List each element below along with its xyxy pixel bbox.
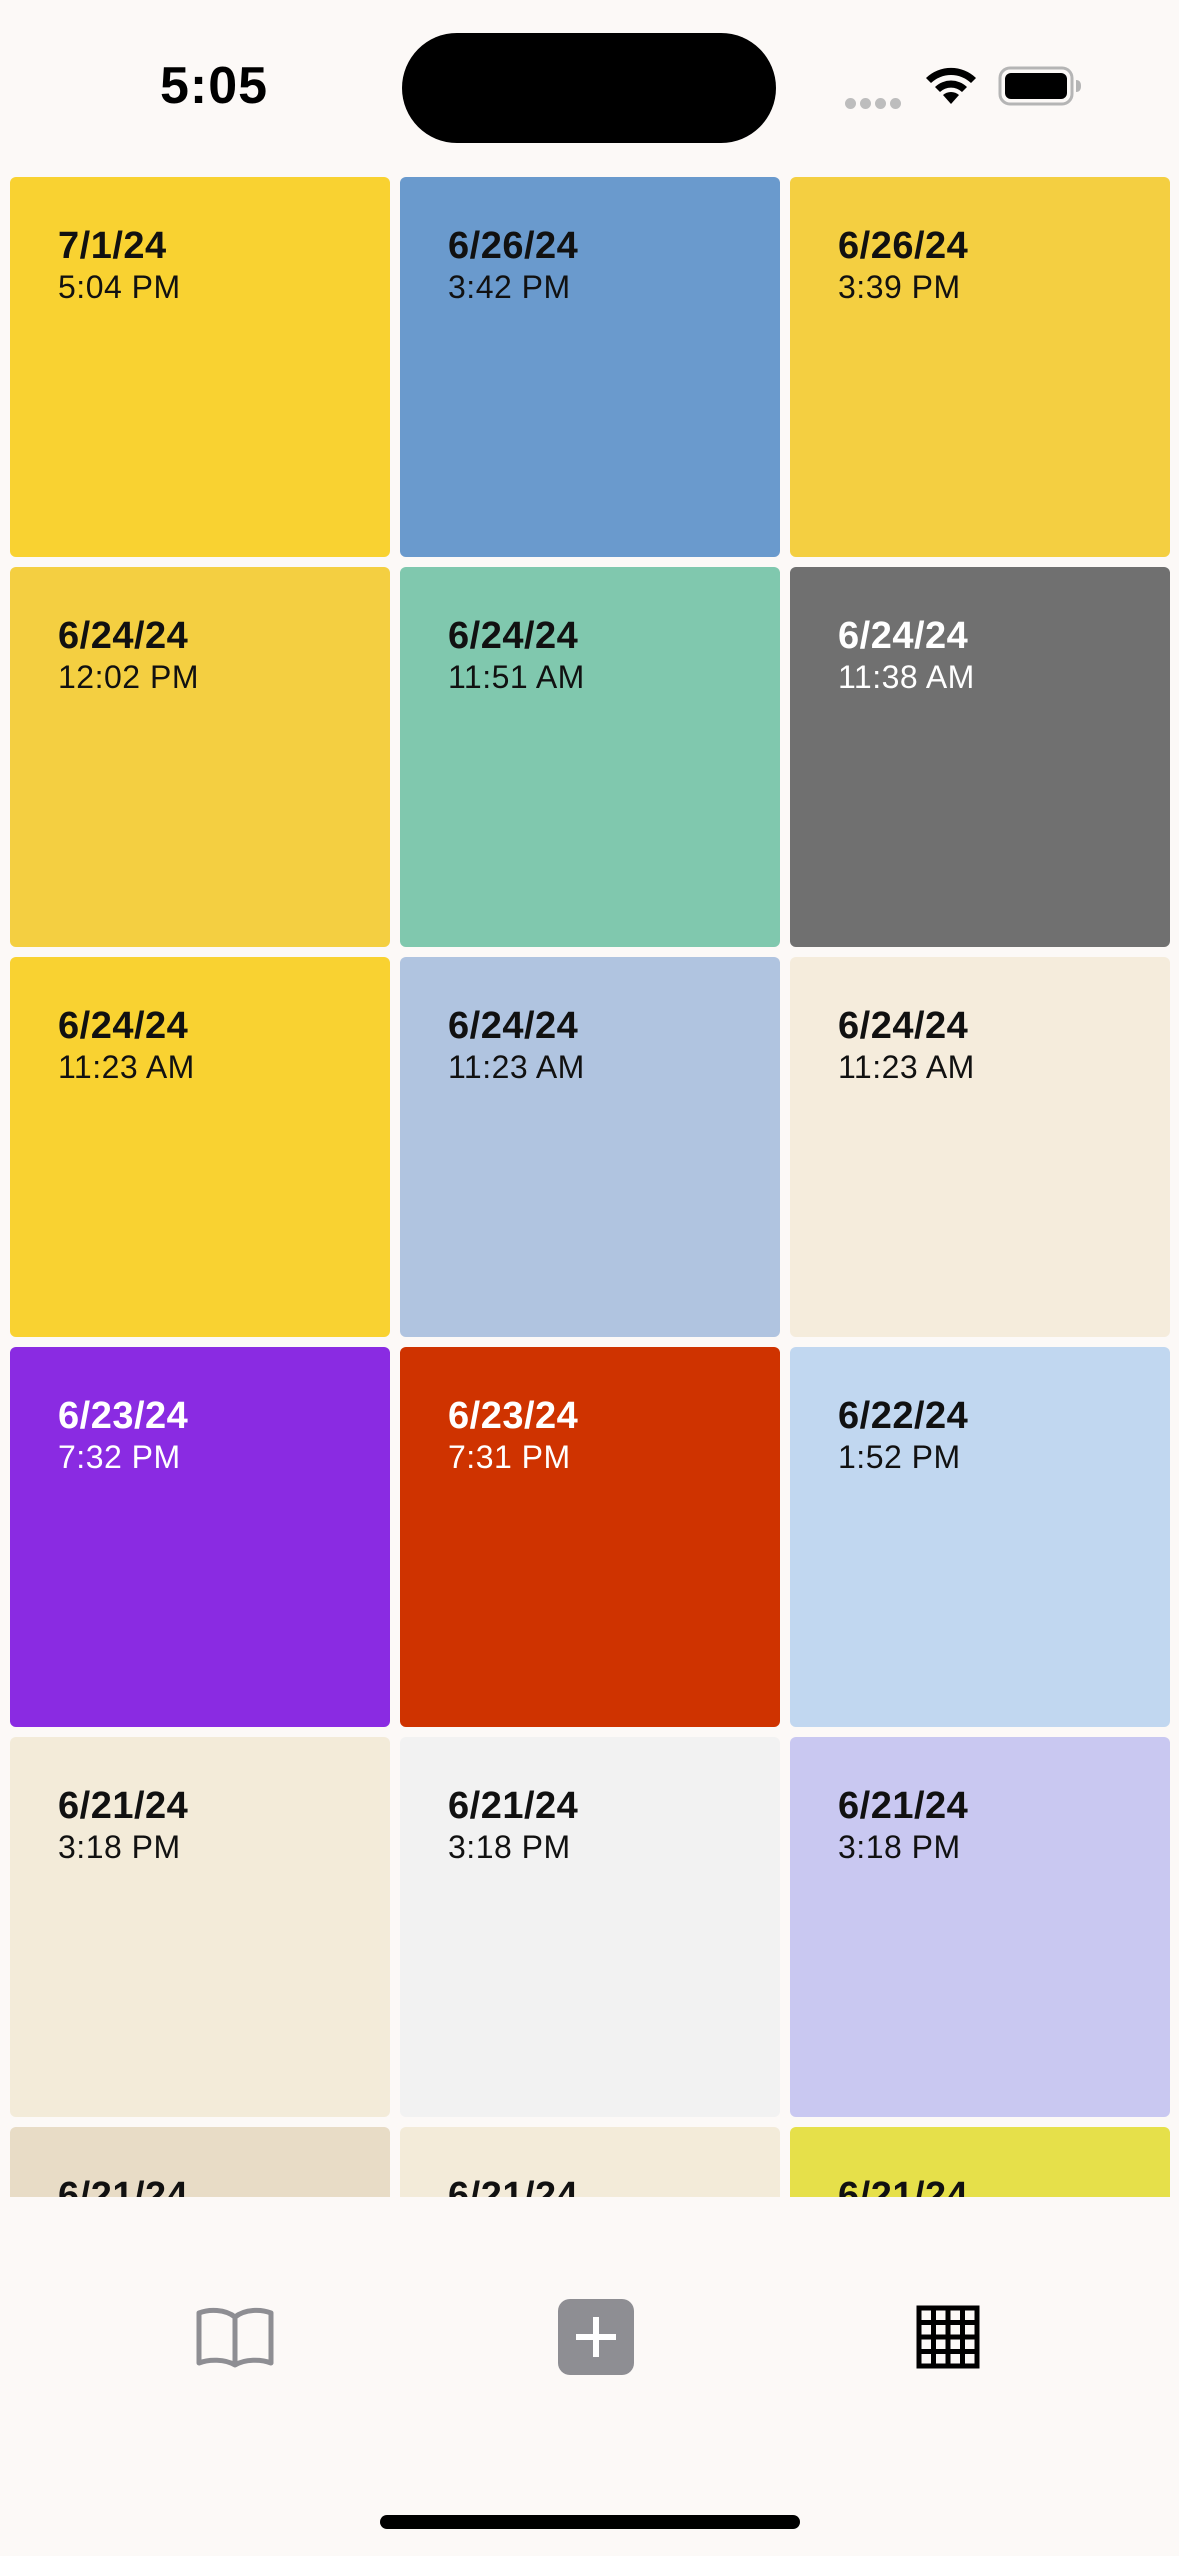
entry-date: 6/21/24 xyxy=(838,1785,969,1827)
tab-journal[interactable] xyxy=(175,2277,295,2397)
entry-tile[interactable]: 6/21/24 3:18 PM xyxy=(400,1737,780,2117)
tab-grid[interactable] xyxy=(888,2277,1008,2397)
plus-icon xyxy=(558,2299,634,2375)
entry-date: 6/24/24 xyxy=(838,615,969,657)
entry-date: 6/21/24 xyxy=(58,1785,189,1827)
entry-tile[interactable]: 6/24/24 11:23 AM xyxy=(400,957,780,1337)
dynamic-island xyxy=(402,33,776,143)
grid-icon xyxy=(916,2305,980,2369)
entry-date: 6/22/24 xyxy=(838,1395,969,1437)
entry-tile[interactable]: 7/1/24 5:04 PM xyxy=(10,177,390,557)
entry-date: 6/21/24 xyxy=(838,2175,969,2197)
entry-date: 6/21/24 xyxy=(58,2175,189,2197)
entry-time: 11:51 AM xyxy=(448,659,585,695)
status-bar: 5:05 xyxy=(0,0,1179,170)
entry-tile[interactable]: 6/24/24 11:23 AM xyxy=(10,957,390,1337)
entry-time: 12:02 PM xyxy=(58,659,199,695)
entry-time: 3:42 PM xyxy=(448,269,571,305)
entry-tile[interactable]: 6/21/24 xyxy=(400,2127,780,2197)
entry-tile[interactable]: 6/26/24 3:42 PM xyxy=(400,177,780,557)
entry-date: 6/23/24 xyxy=(58,1395,189,1437)
entries-grid: 7/1/24 5:04 PM 6/26/24 3:42 PM 6/26/24 3:39 P… xyxy=(0,177,1179,2197)
home-indicator xyxy=(380,2515,800,2529)
wifi-icon xyxy=(926,67,976,104)
entry-time: 3:39 PM xyxy=(838,269,961,305)
entry-time: 7:31 PM xyxy=(448,1439,571,1475)
entry-tile[interactable]: 6/21/24 xyxy=(790,2127,1170,2197)
entry-time: 3:18 PM xyxy=(58,1829,181,1865)
tab-bar xyxy=(0,2197,1179,2556)
battery-icon xyxy=(998,66,1081,106)
entry-tile[interactable]: 6/24/24 12:02 PM xyxy=(10,567,390,947)
entry-tile[interactable]: 6/21/24 3:18 PM xyxy=(10,1737,390,2117)
entry-date: 6/21/24 xyxy=(448,1785,579,1827)
status-time: 5:05 xyxy=(160,57,269,115)
entry-time: 11:23 AM xyxy=(838,1049,975,1085)
entry-tile[interactable]: 6/24/24 11:38 AM xyxy=(790,567,1170,947)
cellular-signal-icon xyxy=(845,96,905,114)
entry-time: 3:18 PM xyxy=(448,1829,571,1865)
entry-tile[interactable]: 6/24/24 11:23 AM xyxy=(790,957,1170,1337)
entry-tile[interactable]: 6/23/24 7:32 PM xyxy=(10,1347,390,1727)
entry-time: 11:23 AM xyxy=(58,1049,195,1085)
tab-add-entry[interactable] xyxy=(536,2277,656,2397)
entry-tile[interactable]: 6/26/24 3:39 PM xyxy=(790,177,1170,557)
entry-tile[interactable]: 6/24/24 11:51 AM xyxy=(400,567,780,947)
entry-date: 7/1/24 xyxy=(58,225,167,267)
entry-date: 6/26/24 xyxy=(448,225,579,267)
entry-date: 6/24/24 xyxy=(838,1005,969,1047)
entry-date: 6/24/24 xyxy=(448,615,579,657)
entry-tile[interactable]: 6/22/24 1:52 PM xyxy=(790,1347,1170,1727)
entry-time: 11:23 AM xyxy=(448,1049,585,1085)
entry-time: 11:38 AM xyxy=(838,659,975,695)
book-icon xyxy=(196,2307,274,2368)
entry-time: 1:52 PM xyxy=(838,1439,961,1475)
entry-date: 6/23/24 xyxy=(448,1395,579,1437)
entry-time: 3:18 PM xyxy=(838,1829,961,1865)
entry-date: 6/24/24 xyxy=(58,1005,189,1047)
entry-time: 7:32 PM xyxy=(58,1439,181,1475)
entry-tile[interactable]: 6/23/24 7:31 PM xyxy=(400,1347,780,1727)
entry-tile[interactable]: 6/21/24 xyxy=(10,2127,390,2197)
entry-date: 6/24/24 xyxy=(58,615,189,657)
entry-date: 6/21/24 xyxy=(448,2175,579,2197)
entry-tile[interactable]: 6/21/24 3:18 PM xyxy=(790,1737,1170,2117)
entry-date: 6/26/24 xyxy=(838,225,969,267)
entry-date: 6/24/24 xyxy=(448,1005,579,1047)
entry-time: 5:04 PM xyxy=(58,269,181,305)
